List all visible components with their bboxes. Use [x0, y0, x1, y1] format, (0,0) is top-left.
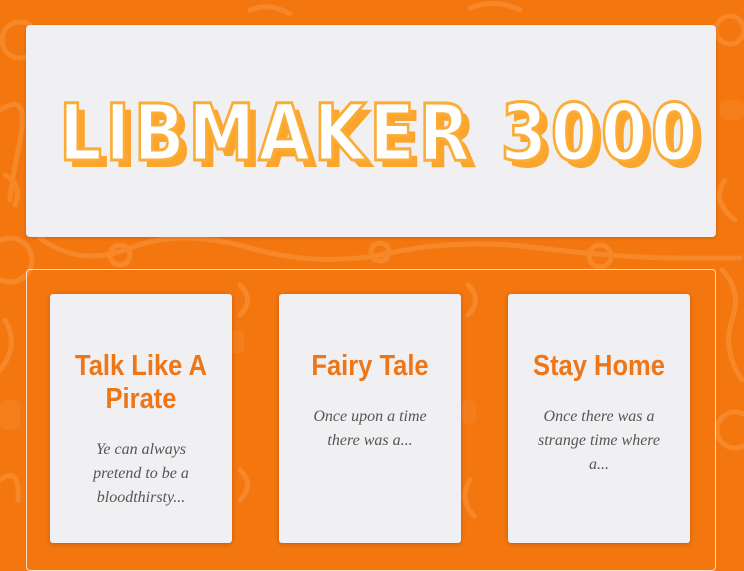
story-list: Talk Like A Pirate Ye can always pretend…	[26, 269, 716, 571]
story-card-stay-home[interactable]: Stay Home Once there was a strange time …	[508, 294, 690, 543]
story-card-title: Talk Like A Pirate	[75, 350, 207, 415]
story-card-fairy-tale[interactable]: Fairy Tale Once upon a time there was a.…	[279, 294, 461, 543]
story-card-title: Stay Home	[533, 350, 665, 382]
story-card-pirate[interactable]: Talk Like A Pirate Ye can always pretend…	[50, 294, 232, 543]
logo-text: LIBMAKER 3000	[59, 89, 701, 179]
story-card-description: Ye can always pretend to be a bloodthirs…	[93, 441, 189, 506]
libmaker-logo: LIBMAKER 3000 LIBMAKER 3000	[58, 88, 705, 187]
logo-banner: LIBMAKER 3000 LIBMAKER 3000	[26, 25, 716, 237]
story-card-description: Once there was a strange time where a...	[537, 408, 661, 473]
story-card-title: Fairy Tale	[311, 350, 429, 382]
story-card-description: Once upon a time there was a...	[313, 408, 427, 449]
